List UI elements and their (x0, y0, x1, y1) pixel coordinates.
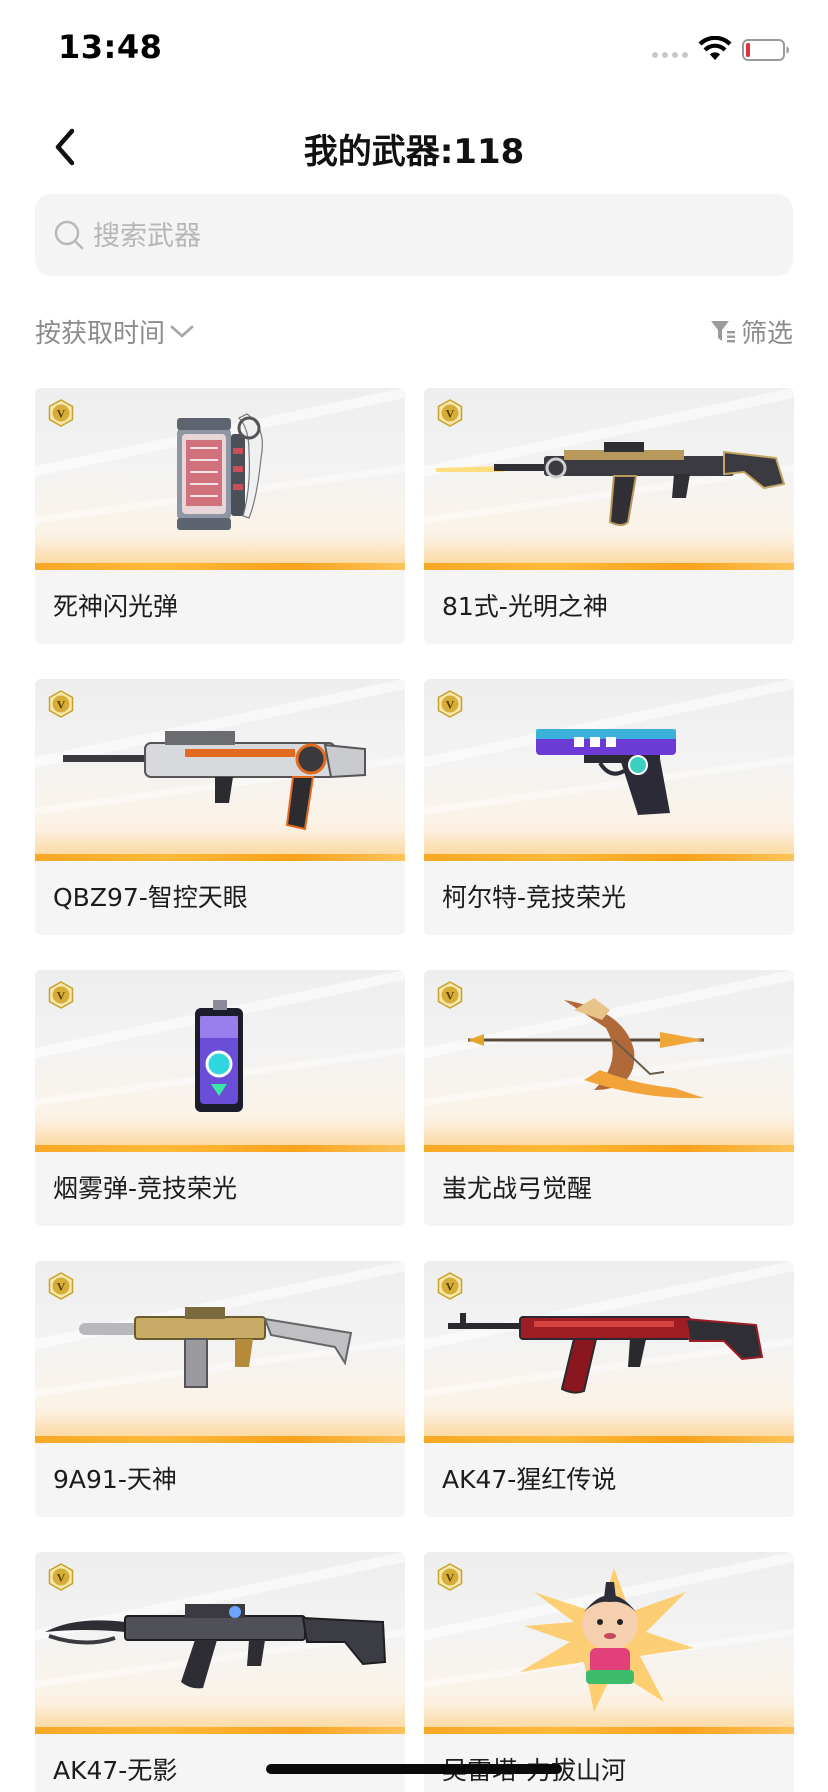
weapon-image: V (424, 388, 794, 570)
cellular-signal-icon (652, 52, 688, 58)
nav-bar: 我的武器:118 (0, 100, 828, 194)
weapon-image: V (35, 388, 405, 570)
weapon-card[interactable]: V 81式-光明之神 (424, 388, 794, 644)
svg-text:V: V (446, 1571, 455, 1585)
v-badge-icon: V (48, 981, 74, 1009)
svg-text:V: V (446, 1280, 455, 1294)
search-icon (54, 220, 84, 250)
suppressed-rifle-icon (79, 1307, 353, 1388)
filter-button[interactable]: 筛选 (709, 306, 793, 356)
page-title: 我的武器:118 (303, 132, 525, 172)
weapon-name: 9A91-天神 (53, 1465, 177, 1494)
svg-text:V: V (57, 1571, 66, 1585)
assault-rifle-icon (436, 442, 786, 526)
weapon-image: V (424, 679, 794, 861)
weapon-card[interactable]: V 柯尔特-竞技荣光 (424, 679, 794, 935)
v-badge-icon: V (48, 399, 74, 427)
weapon-image: V (424, 1552, 794, 1734)
ak47-red-icon (448, 1313, 764, 1394)
v-badge-icon: V (437, 1272, 463, 1300)
weapon-name: QBZ97-智控天眼 (53, 883, 248, 912)
v-badge-icon: V (48, 1272, 74, 1300)
svg-text:V: V (446, 989, 455, 1003)
search-input[interactable] (91, 194, 775, 278)
svg-text:V: V (57, 1280, 66, 1294)
pistol-icon (536, 729, 676, 815)
v-badge-icon: V (437, 399, 463, 427)
weapon-image: V (35, 1552, 405, 1734)
svg-text:V: V (57, 698, 66, 712)
weapon-card[interactable]: V 吴雷塔-力拔山河 (424, 1552, 794, 1792)
filter-icon (710, 321, 735, 343)
svg-text:V: V (446, 698, 455, 712)
weapon-name: AK47-无影 (53, 1756, 178, 1785)
weapon-card[interactable]: V AK47-猩红传说 (424, 1261, 794, 1517)
svg-text:V: V (57, 407, 66, 421)
weapon-grid: V 死神闪光弹 V 81式-光明之神 V QBZ97-智控天眼 V 柯尔特-竞技… (35, 388, 794, 1792)
smoke-grenade-icon (195, 1000, 243, 1112)
wifi-icon (698, 36, 732, 60)
weapon-card[interactable]: V QBZ97-智控天眼 (35, 679, 405, 935)
v-badge-icon: V (48, 1563, 74, 1591)
weapon-name: 柯尔特-竞技荣光 (442, 883, 627, 912)
weapons-screen: 13:48 我的武器:118 搜索武器 按获取时间 筛选 V 死神闪光弹 V 8… (0, 0, 828, 1792)
home-indicator[interactable] (266, 1764, 562, 1774)
filter-label: 筛选 (740, 318, 793, 349)
flashbang-grenade-icon (177, 413, 263, 530)
v-badge-icon: V (437, 981, 463, 1009)
weapon-name: 蚩尤战弓觉醒 (442, 1174, 593, 1203)
weapon-card[interactable]: V 死神闪光弹 (35, 388, 405, 644)
status-time: 13:48 (58, 28, 163, 66)
sort-filter-row: 按获取时间 筛选 (35, 306, 793, 356)
weapon-name: 81式-光明之神 (442, 592, 608, 621)
weapon-name: 死神闪光弹 (53, 592, 179, 621)
v-badge-icon: V (437, 1563, 463, 1591)
weapon-card[interactable]: V 蚩尤战弓觉醒 (424, 970, 794, 1226)
weapon-name: 烟雾弹-竞技荣光 (53, 1174, 238, 1203)
chevron-down-icon (170, 325, 194, 338)
weapon-image: V (424, 970, 794, 1152)
battery-icon (742, 39, 789, 61)
weapon-card[interactable]: V 9A91-天神 (35, 1261, 405, 1517)
weapon-name: AK47-猩红传说 (442, 1465, 617, 1494)
svg-text:V: V (446, 407, 455, 421)
sort-label: 按获取时间 (35, 318, 166, 349)
search-box[interactable] (35, 194, 793, 278)
weapon-card[interactable]: V AK47-无影 (35, 1552, 405, 1792)
v-badge-icon: V (48, 690, 74, 718)
sort-dropdown[interactable]: 按获取时间 (35, 306, 195, 356)
weapon-name: 吴雷塔-力拔山河 (442, 1734, 626, 1792)
bow-icon (468, 998, 704, 1099)
status-bar: 13:48 (0, 0, 828, 100)
weapon-image: V (424, 1261, 794, 1443)
v-badge-icon: V (437, 690, 463, 718)
weapon-card[interactable]: V 烟雾弹-竞技荣光 (35, 970, 405, 1226)
weapon-image: V (35, 1261, 405, 1443)
weapon-image: V (35, 970, 405, 1152)
character-icon (520, 1568, 694, 1712)
svg-text:V: V (57, 989, 66, 1003)
ak47-blade-icon (45, 1604, 387, 1689)
weapon-image: V (35, 679, 405, 861)
bullpup-rifle-icon (63, 731, 366, 831)
